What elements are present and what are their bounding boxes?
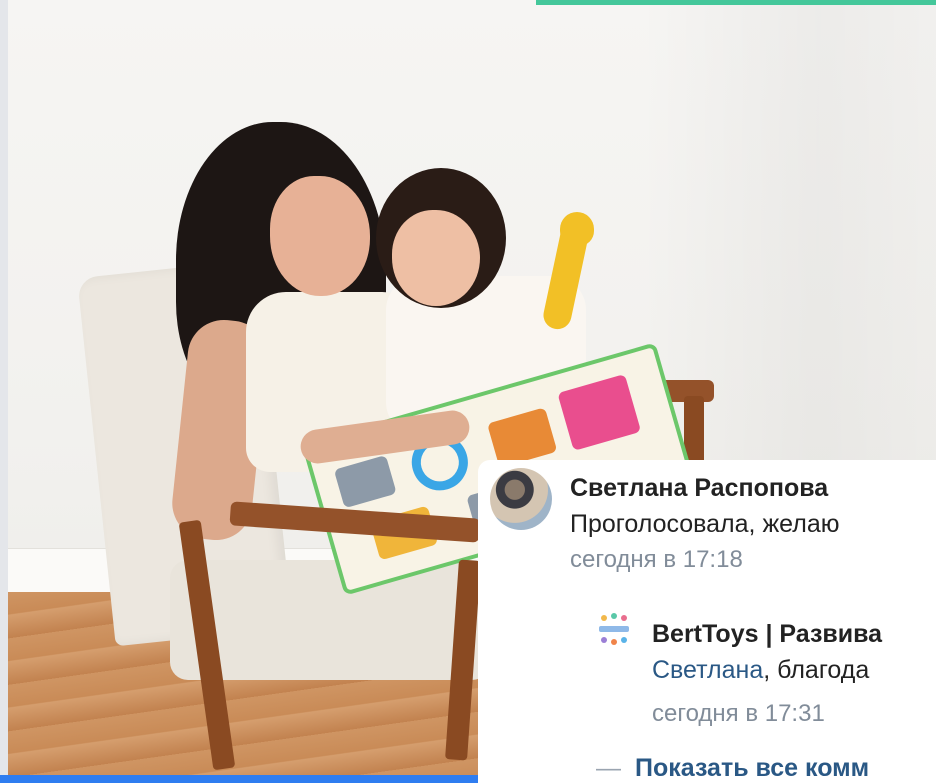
comments-panel: Светлана Распопова Проголосовала, желаю … — [478, 460, 936, 783]
reply-mention-link[interactable]: Светлана — [652, 656, 763, 684]
reply-time[interactable]: сегодня в 17:31 — [652, 700, 825, 728]
dash-icon: — — [596, 754, 621, 782]
show-all-label: Показать все комм — [635, 754, 870, 782]
talking-pen-head — [560, 212, 594, 246]
woman-face — [270, 176, 370, 296]
show-all-comments-link[interactable]: — Показать все комм — [596, 754, 869, 783]
left-edge-strip — [0, 0, 8, 783]
reply-text-body: , благода — [763, 656, 870, 684]
comment-text: Проголосовала, желаю — [570, 510, 840, 538]
book-letter-m — [557, 373, 642, 451]
bottom-accent-bar — [0, 775, 478, 783]
book-illustration — [487, 407, 558, 469]
berttoys-logo-icon[interactable] — [596, 612, 632, 648]
book-illustration — [333, 454, 397, 509]
girl-face — [392, 210, 480, 306]
avatar[interactable] — [490, 468, 552, 530]
reply-text: Светлана, благода — [652, 656, 869, 685]
reply-author[interactable]: BertToys | Развива — [652, 620, 882, 649]
comment-author[interactable]: Светлана Распопова — [570, 474, 828, 503]
comment-time[interactable]: сегодня в 17:18 — [570, 546, 743, 574]
top-accent-bar — [536, 0, 936, 5]
